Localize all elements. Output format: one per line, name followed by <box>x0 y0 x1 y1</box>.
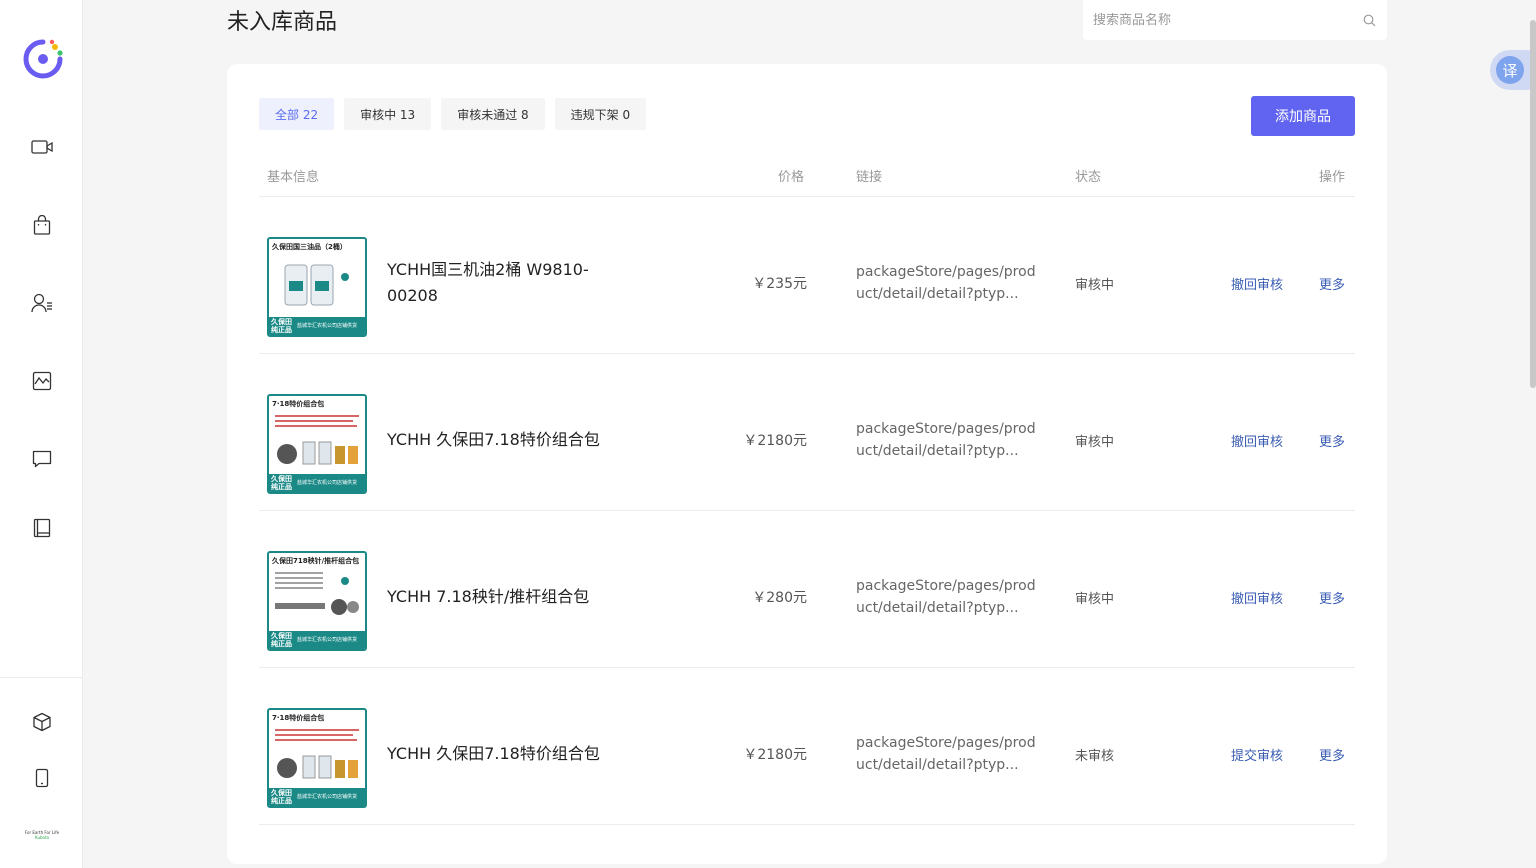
thumb-title: 久保田718秧针/推杆组合包 <box>272 557 360 565</box>
product-name[interactable]: YCHH 久保田7.18特价组合包 <box>387 354 627 510</box>
app-logo-icon[interactable] <box>22 38 64 80</box>
search-box <box>1083 0 1387 40</box>
thumb-title: 久保田国三油品（2桶） <box>272 243 347 251</box>
more-button[interactable]: 更多 <box>1319 511 1345 667</box>
thumb-image <box>273 255 361 315</box>
table-row: 7·18特价组合包 久保田纯正品 盐城华汇农机公司店铺供货 YCHH 久保田7.… <box>259 354 1355 511</box>
product-price: ￥280元 <box>752 590 807 606</box>
product-link[interactable]: packageStore/pages/product/detail/detail… <box>856 197 1036 353</box>
add-product-button[interactable]: 添加商品 <box>1251 96 1355 136</box>
table-row: 久保田国三油品（2桶） 久保田纯正品 盐城华汇农机公司店铺供货 YCHH国三机油… <box>259 197 1355 354</box>
search-icon[interactable] <box>1361 12 1377 28</box>
product-price: ￥2180元 <box>743 747 807 763</box>
sidebar-divider <box>0 677 83 678</box>
tab-all[interactable]: 全部 22 <box>259 98 335 130</box>
thumb-title: 7·18特价组合包 <box>272 714 325 722</box>
book-icon[interactable] <box>28 514 56 542</box>
table-row: 久保田718秧针/推杆组合包 久保田纯正品 盐城华汇农机公司店铺供货 YCHH … <box>259 511 1355 668</box>
more-button[interactable]: 更多 <box>1319 197 1345 353</box>
status-badge: 审核中 <box>1075 434 1115 450</box>
product-thumbnail[interactable]: 久保田718秧针/推杆组合包 久保田纯正品 盐城华汇农机公司店铺供货 <box>267 551 367 651</box>
product-link[interactable]: packageStore/pages/product/detail/detail… <box>856 354 1036 510</box>
search-input[interactable] <box>1093 12 1361 28</box>
product-thumbnail[interactable]: 7·18特价组合包 久保田纯正品 盐城华汇农机公司店铺供货 <box>267 394 367 494</box>
product-link[interactable]: packageStore/pages/product/detail/detail… <box>856 511 1036 667</box>
tab-reviewing[interactable]: 审核中 13 <box>344 98 432 130</box>
more-button[interactable]: 更多 <box>1319 354 1345 510</box>
user-list-icon[interactable] <box>28 289 56 317</box>
thumb-image <box>273 412 361 472</box>
brand-footer-sub: Kubota <box>35 835 49 840</box>
product-card: 全部 22 审核中 13 审核未通过 8 违规下架 0 添加商品 基本信息 价格… <box>227 64 1387 864</box>
mobile-icon[interactable] <box>28 764 56 792</box>
video-icon[interactable] <box>28 133 56 161</box>
thumb-badge: 久保田纯正品 盐城华汇农机公司店铺供货 <box>269 317 365 335</box>
table-row: 7·18特价组合包 久保田纯正品 盐城华汇农机公司店铺供货 YCHH 久保田7.… <box>259 668 1355 825</box>
thumb-image <box>273 569 361 629</box>
withdraw-review-button[interactable]: 撤回审核 <box>1231 354 1283 510</box>
withdraw-review-button[interactable]: 撤回审核 <box>1231 511 1283 667</box>
status-badge: 未审核 <box>1075 748 1115 764</box>
header-link: 链接 <box>856 170 883 185</box>
brand-footer: For Earth For Life Kubota <box>24 830 60 840</box>
product-name[interactable]: YCHH 7.18秧针/推杆组合包 <box>387 511 627 667</box>
chart-icon[interactable] <box>28 367 56 395</box>
translate-icon: 译 <box>1496 56 1524 84</box>
tab-violation-removed[interactable]: 违规下架 0 <box>554 98 647 130</box>
more-button[interactable]: 更多 <box>1319 668 1345 824</box>
product-thumbnail[interactable]: 7·18特价组合包 久保田纯正品 盐城华汇农机公司店铺供货 <box>267 708 367 808</box>
thumb-badge: 久保田纯正品 盐城华汇农机公司店铺供货 <box>269 788 365 806</box>
table-header: 基本信息 价格 链接 状态 操作 <box>259 160 1355 197</box>
header-action: 操作 <box>1319 170 1346 185</box>
scrollbar[interactable] <box>1530 0 1536 868</box>
product-thumbnail[interactable]: 久保田国三油品（2桶） 久保田纯正品 盐城华汇农机公司店铺供货 <box>267 237 367 337</box>
header-status: 状态 <box>1075 170 1102 185</box>
submit-review-button[interactable]: 提交审核 <box>1231 668 1283 824</box>
product-name[interactable]: YCHH国三机油2桶 W9810-00208 <box>387 197 627 353</box>
sidebar: For Earth For Life Kubota <box>0 0 83 868</box>
withdraw-review-button[interactable]: 撤回审核 <box>1231 197 1283 353</box>
product-name[interactable]: YCHH 久保田7.18特价组合包 <box>387 668 627 824</box>
product-price: ￥2180元 <box>743 433 807 449</box>
status-badge: 审核中 <box>1075 591 1115 607</box>
page-title: 未入库商品 <box>227 10 338 35</box>
thumb-badge: 久保田纯正品 盐城华汇农机公司店铺供货 <box>269 474 365 492</box>
shopping-bag-icon[interactable] <box>28 211 56 239</box>
header-basic: 基本信息 <box>267 170 320 185</box>
cube-icon[interactable] <box>28 708 56 736</box>
thumb-title: 7·18特价组合包 <box>272 400 325 408</box>
tab-rejected[interactable]: 审核未通过 8 <box>441 98 545 130</box>
product-link[interactable]: packageStore/pages/product/detail/detail… <box>856 668 1036 824</box>
scrollbar-thumb[interactable] <box>1530 20 1536 388</box>
thumb-image <box>273 726 361 786</box>
header-price: 价格 <box>778 170 805 185</box>
product-price: ￥235元 <box>752 276 807 292</box>
message-icon[interactable] <box>28 445 56 473</box>
status-tabs: 全部 22 审核中 13 审核未通过 8 违规下架 0 <box>259 98 647 130</box>
status-badge: 审核中 <box>1075 277 1115 293</box>
thumb-badge: 久保田纯正品 盐城华汇农机公司店铺供货 <box>269 631 365 649</box>
